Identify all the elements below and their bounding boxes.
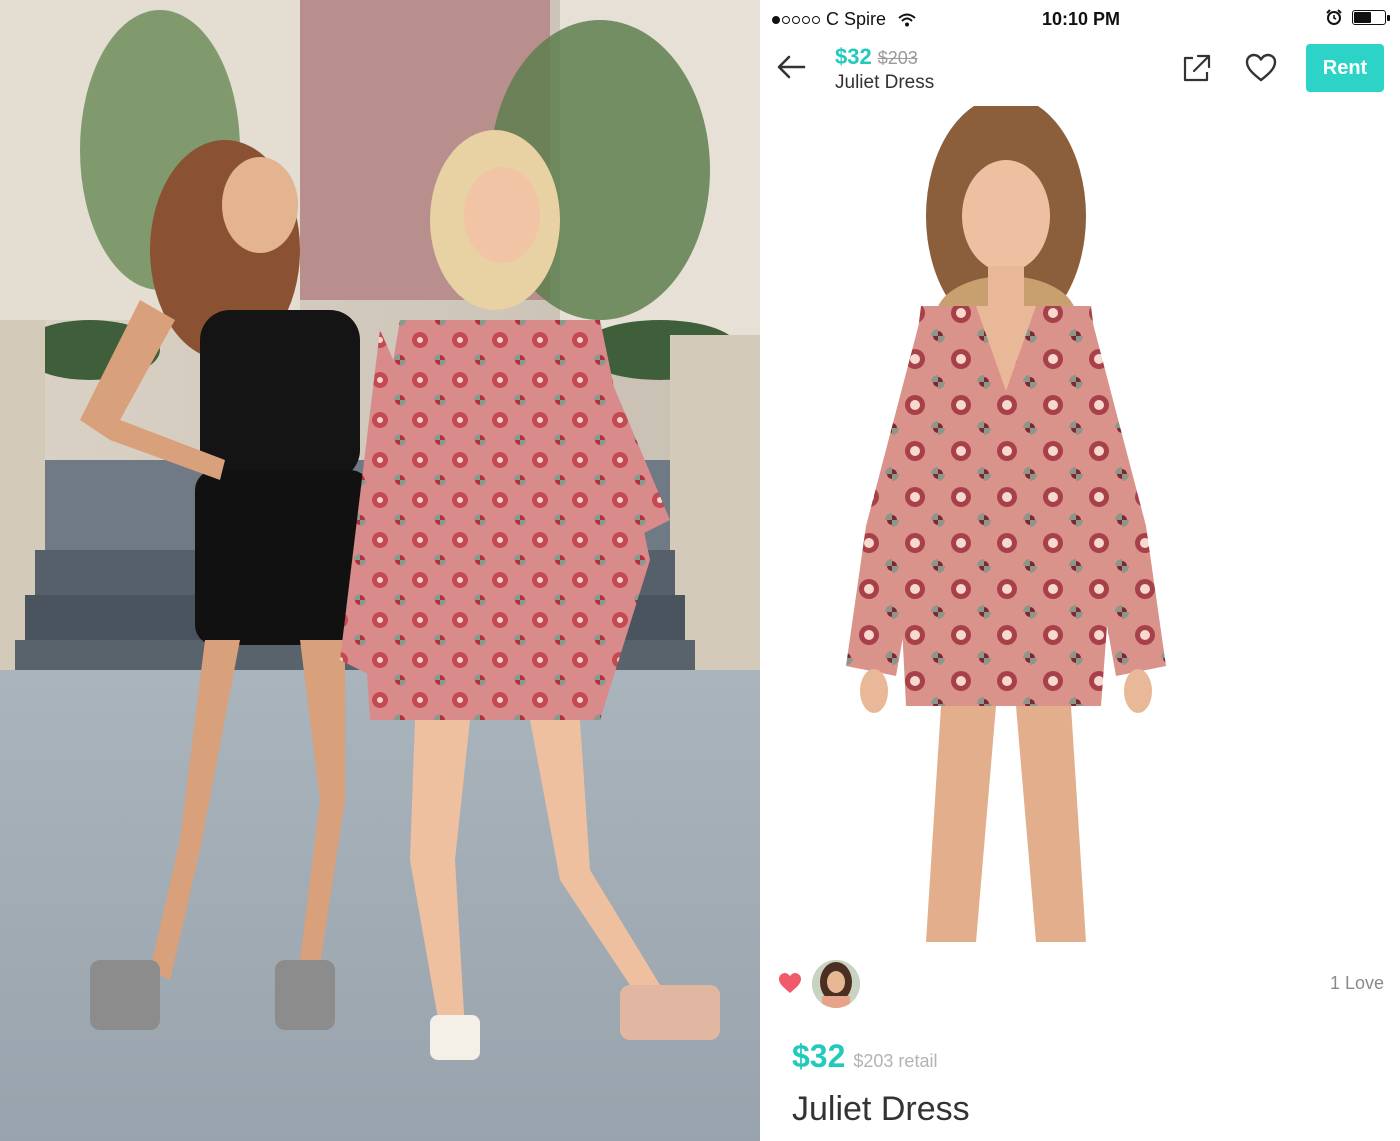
status-bar: C Spire 10:10 PM xyxy=(766,0,1400,38)
header-titles: $32 $203 Juliet Dress xyxy=(835,44,934,94)
retail-price: $203 retail xyxy=(853,1051,938,1071)
rental-price: $32 xyxy=(792,1038,846,1074)
header-rental-price: $32 xyxy=(835,44,872,69)
back-arrow-icon[interactable] xyxy=(774,50,808,84)
header-product-name: Juliet Dress xyxy=(835,72,935,93)
status-left: C Spire xyxy=(772,9,916,30)
product-title: Juliet Dress xyxy=(792,1090,970,1128)
battery-level xyxy=(1354,11,1372,23)
carrier-name: C Spire xyxy=(826,9,887,29)
signal-strength-icon xyxy=(772,15,820,24)
avatar[interactable] xyxy=(812,960,860,1008)
alarm-clock-icon xyxy=(1326,9,1342,25)
wifi-icon xyxy=(898,13,916,26)
product-detail-screen: C Spire 10:10 PM $32 $203 Juliet Dress R… xyxy=(766,0,1400,1141)
heart-filled-icon[interactable] xyxy=(778,972,802,994)
product-header: $32 $203 Juliet Dress Rent xyxy=(766,38,1400,100)
status-time: 10:10 PM xyxy=(1042,9,1121,29)
share-icon[interactable] xyxy=(1180,52,1212,84)
lifestyle-photo-illustration xyxy=(0,0,760,1141)
header-price-row: $32 $203 xyxy=(835,44,934,70)
lifestyle-photo xyxy=(0,0,760,1141)
product-image[interactable] xyxy=(846,106,1166,942)
heart-outline-icon[interactable] xyxy=(1244,52,1278,84)
loves-row: 1 Love xyxy=(766,958,1400,1010)
rent-button[interactable]: Rent xyxy=(1306,44,1384,92)
love-count[interactable]: 1 Love xyxy=(1330,973,1384,994)
status-right xyxy=(1326,9,1390,25)
header-retail-price: $203 xyxy=(877,48,918,68)
avatar-illustration xyxy=(812,960,860,1008)
price-row: $32 $203 retail xyxy=(792,1038,937,1075)
battery-icon xyxy=(1352,9,1390,25)
